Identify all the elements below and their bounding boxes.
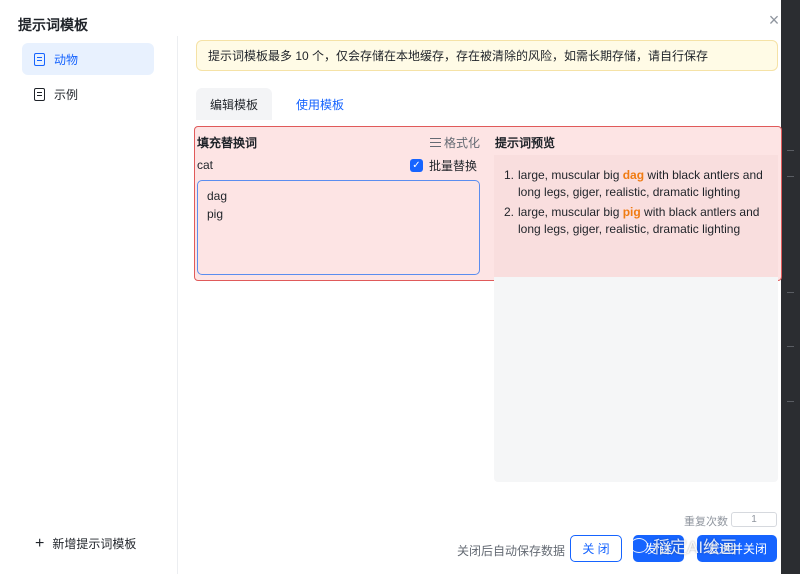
prompt-template-dialog: 提示词模板 × 动物 示例 + 新增提示词模板 提示词模板最多 10 个，仅会存… (0, 0, 783, 574)
tab-label: 编辑模板 (210, 97, 259, 112)
add-template-button[interactable]: + 新增提示词模板 (35, 535, 136, 552)
preview-item: 1. large, muscular big dag with black an… (504, 167, 766, 201)
edge-tick (787, 150, 794, 151)
close-button[interactable]: 关 闭 (570, 535, 622, 562)
replaced-word: pig (622, 205, 641, 219)
repeat-count-label: 重复次数 (684, 516, 728, 528)
preview-list: 1. large, muscular big dag with black an… (504, 167, 766, 241)
add-template-label: 新增提示词模板 (52, 537, 137, 551)
edge-tick (787, 401, 794, 402)
preview-item-number: 1. (504, 168, 515, 182)
close-icon[interactable]: × (765, 11, 783, 29)
prompt-preview-panel: 1. large, muscular big dag with black an… (494, 155, 778, 482)
checkmark-icon: ✓ (410, 159, 423, 172)
document-icon (34, 87, 45, 101)
preview-item-number: 2. (504, 205, 515, 219)
sidebar-item-label: 动物 (54, 52, 79, 67)
edge-tick (787, 346, 794, 347)
storage-notice: 提示词模板最多 10 个，仅会存储在本地缓存，存在被清除的风险，如需长期存储，请… (196, 40, 778, 71)
edge-tick (787, 292, 794, 293)
prompt-text-before: large, muscular big (518, 205, 623, 219)
batch-replace-label: 批量替换 (429, 159, 478, 173)
repeat-count-input[interactable]: 1 (731, 512, 777, 527)
template-sidebar: 动物 示例 (0, 36, 178, 574)
format-label: 格式化 (444, 136, 481, 150)
sidebar-item-animal[interactable]: 动物 (22, 43, 154, 75)
batch-replace-checkbox[interactable]: ✓ 批量替换 (410, 157, 477, 174)
tab-use-template[interactable]: 使用模板 (282, 88, 359, 120)
prompt-text-before: large, muscular big (518, 168, 623, 182)
tab-label: 使用模板 (296, 97, 345, 112)
template-tabs: 编辑模板 使用模板 (196, 88, 359, 120)
replacement-words-textarea[interactable]: dag pig (197, 180, 480, 275)
background-window-edge (781, 0, 800, 574)
send-and-close-button[interactable]: 发送并关闭 (697, 535, 777, 562)
list-icon (430, 138, 441, 147)
send-button[interactable]: 发 送 (633, 535, 684, 562)
replaced-word: dag (622, 168, 645, 182)
notice-text: 提示词模板最多 10 个，仅会存储在本地缓存，存在被清除的风险，如需长期存储，请… (208, 49, 709, 63)
tab-edit-template[interactable]: 编辑模板 (196, 88, 273, 120)
document-icon (34, 52, 45, 66)
preview-item-text: large, muscular big pig with black antle… (518, 204, 766, 238)
format-button[interactable]: 格式化 (430, 134, 480, 151)
autosave-note: 关闭后自动保存数据 (457, 544, 566, 558)
edge-tick (787, 176, 794, 177)
preview-item-text: large, muscular big dag with black antle… (518, 167, 766, 201)
plus-icon: + (35, 534, 45, 552)
fill-words-heading: 填充替换词 (197, 136, 258, 150)
preview-heading: 提示词预览 (495, 136, 556, 150)
preview-item: 2. large, muscular big pig with black an… (504, 204, 766, 238)
sidebar-item-example[interactable]: 示例 (22, 78, 154, 110)
dialog-title: 提示词模板 (18, 17, 88, 33)
placeholder-keyword: cat (197, 158, 214, 172)
sidebar-item-label: 示例 (54, 87, 79, 102)
